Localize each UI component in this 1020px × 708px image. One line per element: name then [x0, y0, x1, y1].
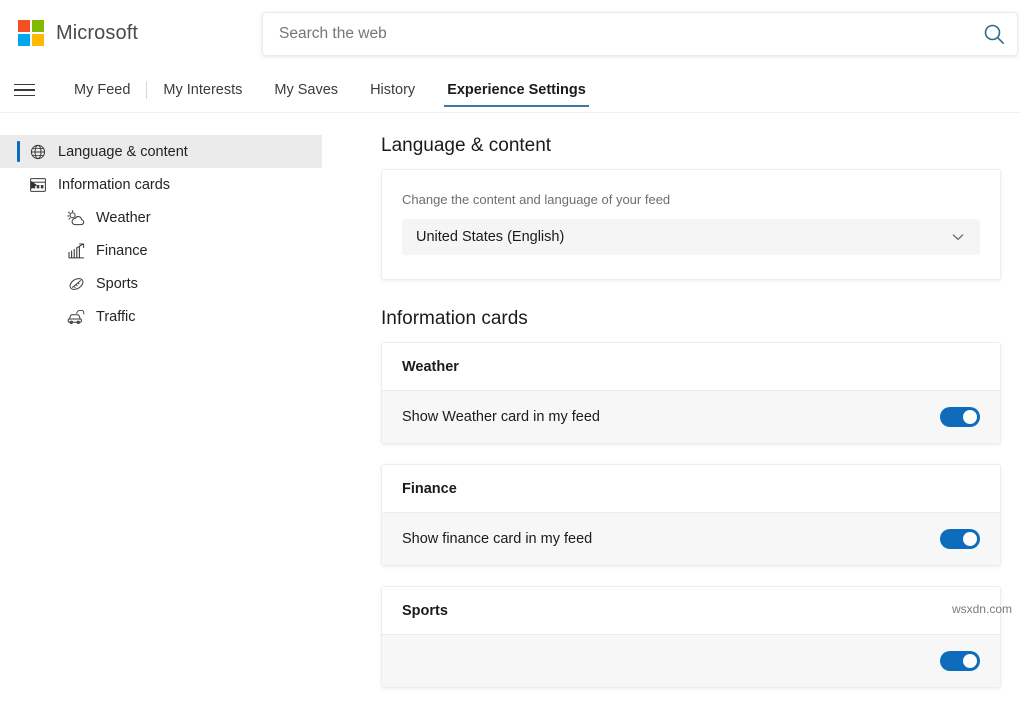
sidebar-item-label: Language & content	[58, 144, 188, 160]
globe-icon	[28, 142, 48, 162]
sports-ball-icon	[66, 274, 86, 294]
toggle-knob	[963, 654, 977, 668]
search-icon	[983, 23, 1005, 45]
toggle-show-sports-card[interactable]	[940, 651, 980, 671]
language-dropdown[interactable]: United States (English)	[402, 219, 980, 255]
tab-experience-settings[interactable]: Experience Settings	[431, 68, 602, 113]
weather-icon	[66, 208, 86, 228]
settings-main-content: Language & content Change the content an…	[381, 135, 1001, 708]
chevron-down-icon	[950, 229, 966, 245]
sidebar-item-label: Finance	[96, 243, 148, 259]
sidebar-item-finance[interactable]: Finance	[0, 234, 322, 267]
card-weather-title: Weather	[382, 343, 1000, 391]
microsoft-logo-icon	[18, 20, 44, 46]
toggle-show-finance-card[interactable]	[940, 529, 980, 549]
toggle-show-weather-card[interactable]	[940, 407, 980, 427]
card-finance-row: Show finance card in my feed	[382, 513, 1000, 565]
card-finance-title: Finance	[382, 465, 1000, 513]
sidebar-item-traffic[interactable]: Traffic	[0, 300, 322, 333]
sidebar-item-label: Sports	[96, 276, 138, 292]
card-sports-title: Sports	[382, 587, 1000, 635]
sidebar-item-language-content[interactable]: Language & content	[0, 135, 322, 168]
sidebar-item-sports[interactable]: Sports	[0, 267, 322, 300]
tab-my-feed[interactable]: My Feed	[58, 68, 146, 113]
sidebar-item-label: Traffic	[96, 309, 135, 325]
card-weather-row: Show Weather card in my feed	[382, 391, 1000, 443]
card-sports: Sports	[381, 586, 1001, 688]
tab-my-interests[interactable]: My Interests	[147, 68, 258, 113]
tab-history[interactable]: History	[354, 68, 431, 113]
cards-section-title: Information cards	[381, 308, 1001, 330]
watermark: wsxdn.com	[952, 602, 1012, 616]
toggle-knob	[963, 410, 977, 424]
search-box[interactable]	[262, 12, 1018, 56]
traffic-car-icon	[66, 307, 86, 327]
brand: Microsoft	[18, 20, 138, 46]
tab-my-saves[interactable]: My Saves	[258, 68, 354, 113]
language-field-label: Change the content and language of your …	[402, 192, 980, 207]
page-header: Microsoft	[0, 0, 1020, 68]
chevron-right-icon[interactable]	[31, 181, 37, 189]
sidebar-item-information-cards[interactable]: Information cards	[0, 168, 322, 201]
selection-indicator	[17, 141, 20, 162]
card-finance-row-label: Show finance card in my feed	[402, 531, 940, 547]
hamburger-menu-icon[interactable]	[14, 79, 36, 101]
top-navigation: My Feed My Interests My Saves History Ex…	[0, 68, 1020, 113]
card-sports-row	[382, 635, 1000, 687]
language-panel: Change the content and language of your …	[381, 169, 1001, 280]
search-button[interactable]	[971, 13, 1017, 55]
card-finance: Finance Show finance card in my feed	[381, 464, 1001, 566]
nav-links: My Feed My Interests My Saves History Ex…	[58, 68, 602, 113]
sidebar-item-label: Weather	[96, 210, 151, 226]
toggle-knob	[963, 532, 977, 546]
finance-chart-icon	[66, 241, 86, 261]
settings-sidebar: Language & content Information cards	[0, 135, 322, 333]
language-section-title: Language & content	[381, 135, 1001, 157]
search-input[interactable]	[263, 25, 971, 43]
sidebar-item-label: Information cards	[58, 177, 170, 193]
card-weather-row-label: Show Weather card in my feed	[402, 409, 940, 425]
language-dropdown-value: United States (English)	[416, 229, 950, 245]
brand-name: Microsoft	[56, 22, 138, 45]
card-weather: Weather Show Weather card in my feed	[381, 342, 1001, 444]
sidebar-item-weather[interactable]: Weather	[0, 201, 322, 234]
